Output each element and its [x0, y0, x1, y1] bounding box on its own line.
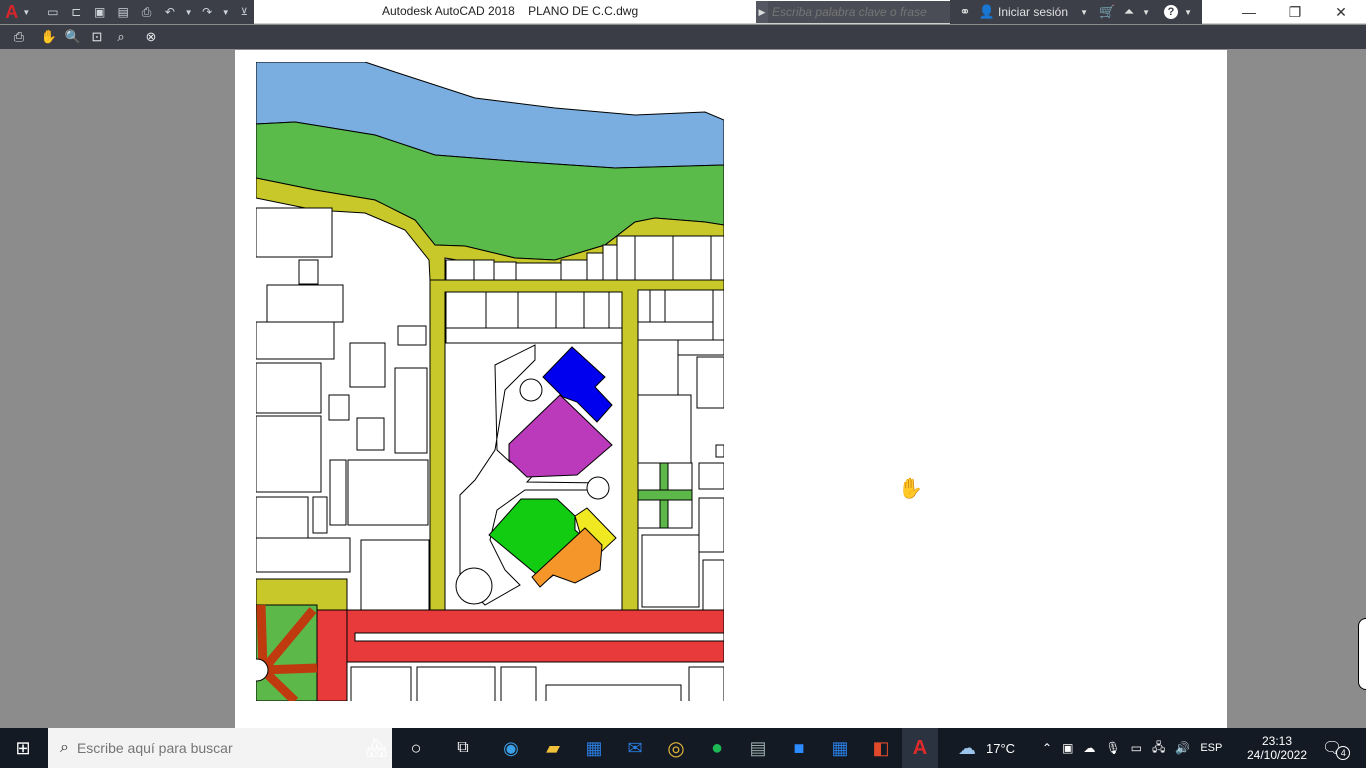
side-panel-handle[interactable]: [1358, 618, 1366, 690]
system-tray: ⌃ ▣ ☁ 🎙 ▭ 🖧 🔊 ESP: [1042, 728, 1222, 768]
plot-icon[interactable]: ⎙: [137, 2, 156, 22]
cart-icon[interactable]: 🛒: [1096, 1, 1118, 23]
close-preview-icon[interactable]: ⊗: [140, 26, 162, 48]
minimize-button[interactable]: —: [1226, 0, 1272, 24]
zoom-icon[interactable]: 🔍: [62, 26, 84, 48]
zoom-original-icon[interactable]: ⌕: [110, 26, 132, 48]
network-icon[interactable]: 🖧: [1152, 738, 1165, 759]
open-file-icon[interactable]: ⊏: [67, 2, 86, 22]
chrome-icon[interactable]: ◎: [661, 734, 691, 762]
preview-toolbar: ⎙ ✋ 🔍 ⊡ ⌕ ⊗: [0, 25, 1366, 49]
taskbar-search[interactable]: ⌕ 🏘: [48, 728, 392, 768]
help-dropdown-icon[interactable]: ▼: [1182, 1, 1194, 23]
notification-count: 4: [1336, 746, 1351, 760]
mail-icon[interactable]: ✉: [620, 734, 650, 762]
taskbar-search-input[interactable]: [74, 739, 309, 757]
clock-time: 23:13: [1261, 734, 1293, 748]
calculator-icon[interactable]: ▤: [743, 734, 773, 762]
spotify-icon[interactable]: ●: [702, 734, 732, 762]
a360-dropdown-icon[interactable]: ▼: [1140, 1, 1152, 23]
search-icon: ⌕: [60, 739, 69, 756]
redo-dropdown-icon[interactable]: ▼: [221, 2, 231, 22]
infocenter-toolbar: ⚭ 👤 Iniciar sesión ▼ 🛒 ⏶ ▼ ? ▼: [950, 0, 1202, 24]
zoom-window-icon[interactable]: ⊡: [86, 26, 108, 48]
autocad-logo-icon[interactable]: A: [2, 2, 21, 22]
a360-icon[interactable]: ⏶: [1118, 1, 1140, 23]
app-menu-dropdown-icon[interactable]: ▼: [21, 2, 31, 22]
microphone-icon[interactable]: 🎙: [1105, 741, 1120, 755]
start-button[interactable]: ⊞: [8, 734, 38, 762]
window-title: Autodesk AutoCAD 2018 PLANO DE C.C.dwg: [382, 4, 639, 18]
plot-preview-sheet: ✋: [235, 50, 1227, 728]
edge-icon[interactable]: ◉: [496, 734, 526, 762]
signin-link[interactable]: Iniciar sesión: [998, 5, 1068, 19]
restore-button[interactable]: ❐: [1272, 0, 1318, 24]
binoculars-icon[interactable]: ⚭: [954, 1, 976, 23]
undo-icon[interactable]: ↶: [160, 2, 179, 22]
chevron-up-icon[interactable]: ⌃: [1042, 741, 1052, 755]
windows-taskbar: ⊞ ⌕ 🏘 ○ ⧉ ◉ ▰ ▦ ✉ ◎ ● ▤ ■ ▦ ◧ A ☁ 17°C ⌃…: [0, 728, 1366, 768]
save-icon[interactable]: ▣: [90, 2, 109, 22]
battery-icon[interactable]: ▭: [1131, 741, 1142, 755]
autocad-taskbar-icon[interactable]: A: [902, 728, 938, 768]
calendar-icon[interactable]: ▦: [825, 734, 855, 762]
weather-temp: 17°C: [986, 740, 1016, 756]
task-view-icon[interactable]: ⧉: [448, 734, 478, 762]
language-indicator[interactable]: ESP: [1200, 742, 1222, 754]
redo-icon[interactable]: ↷: [197, 2, 216, 22]
user-icon[interactable]: 👤: [976, 1, 998, 23]
file-explorer-icon[interactable]: ▰: [538, 734, 568, 762]
clock[interactable]: 23:13 24/10/2022: [1244, 728, 1310, 768]
clock-date: 24/10/2022: [1246, 748, 1308, 762]
zoom-app-icon[interactable]: ■: [784, 734, 814, 762]
search-area: ▶: [756, 1, 950, 23]
site-plan-drawing: [256, 62, 724, 701]
title-bar: A ▼ ▭ ⊏ ▣ ▤ ⎙ ↶ ▼ ↷ ▼ ⊻ Autodesk AutoCAD…: [0, 0, 1366, 24]
pan-hand-cursor-icon: ✋: [898, 478, 923, 500]
meet-icon[interactable]: ▣: [1062, 741, 1073, 755]
office-icon[interactable]: ◧: [866, 734, 896, 762]
search-highlight-icon: 🏘: [365, 737, 388, 758]
cloud-icon: ☁: [958, 737, 976, 758]
cortana-icon[interactable]: ○: [401, 734, 431, 762]
help-icon[interactable]: ?: [1160, 1, 1182, 23]
weather-widget[interactable]: ☁ 17°C: [958, 728, 1015, 768]
pan-icon[interactable]: ✋: [38, 26, 60, 48]
close-button[interactable]: ✕: [1318, 0, 1364, 24]
search-expand-icon[interactable]: ▶: [756, 7, 768, 18]
store-icon[interactable]: ▦: [579, 734, 609, 762]
quick-access-toolbar: A ▼ ▭ ⊏ ▣ ▤ ⎙ ↶ ▼ ↷ ▼ ⊻: [0, 0, 254, 24]
print-icon[interactable]: ⎙: [8, 26, 30, 48]
notifications-button[interactable]: 🗨 4: [1322, 728, 1351, 768]
customize-toolbar-icon[interactable]: ⊻: [235, 2, 254, 22]
signin-dropdown-icon[interactable]: ▼: [1078, 1, 1090, 23]
save-as-icon[interactable]: ▤: [113, 2, 132, 22]
search-input[interactable]: [768, 1, 950, 23]
new-file-icon[interactable]: ▭: [43, 2, 62, 22]
undo-dropdown-icon[interactable]: ▼: [184, 2, 194, 22]
volume-icon[interactable]: 🔊: [1175, 741, 1190, 755]
onedrive-icon[interactable]: ☁: [1083, 741, 1095, 755]
